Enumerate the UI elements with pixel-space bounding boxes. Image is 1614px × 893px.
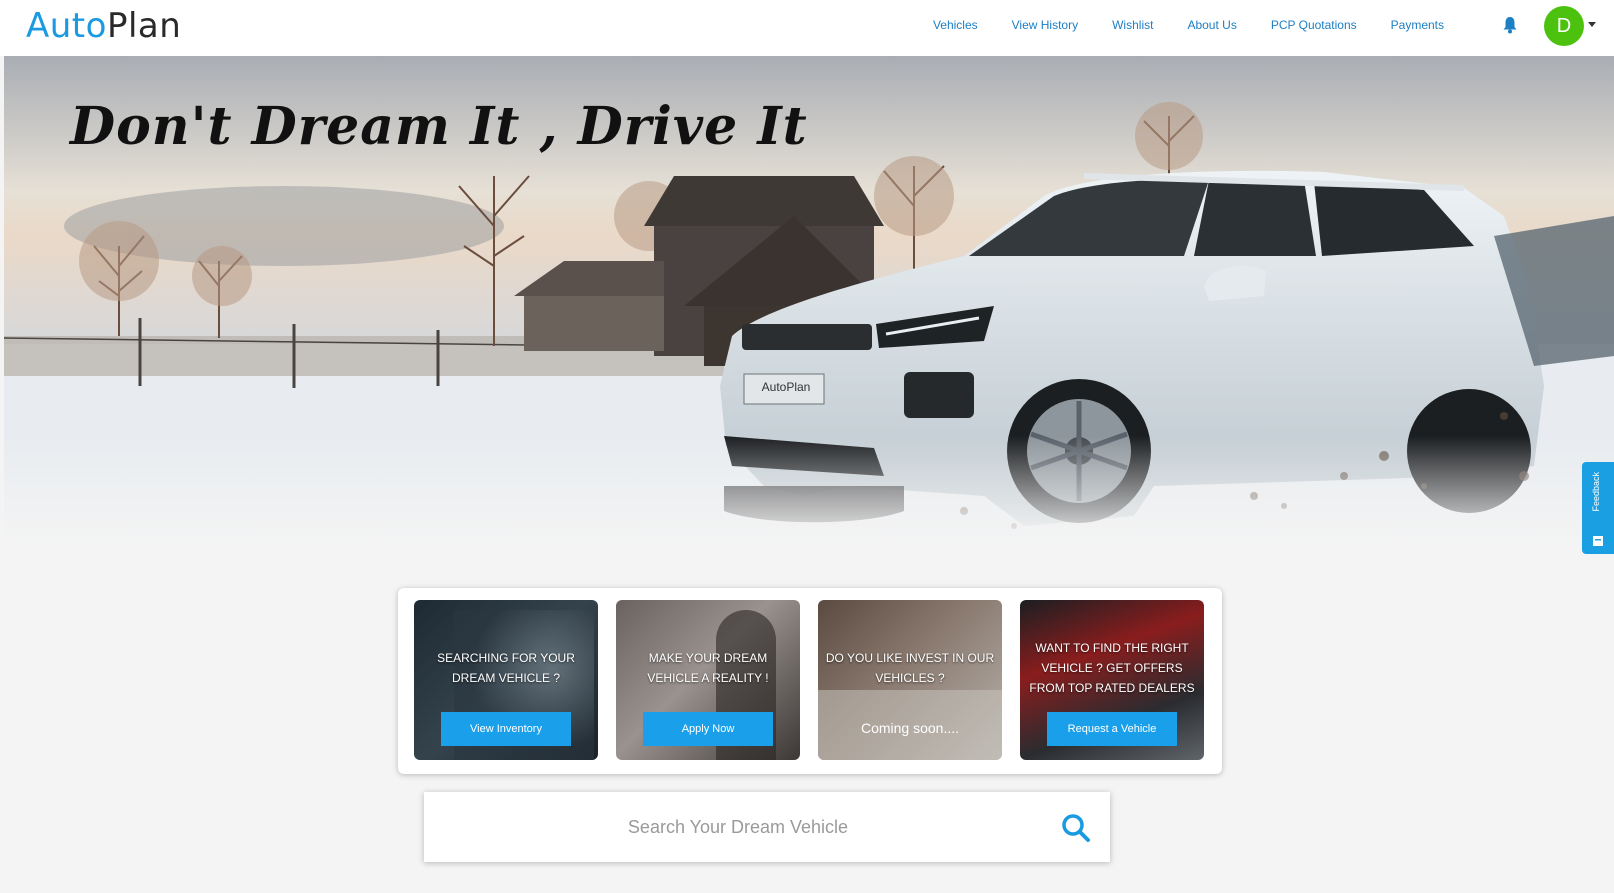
card-request-text: Want to find the right vehicle ? Get off… — [1029, 641, 1195, 695]
feedback-label: Feedback — [1591, 472, 1601, 512]
logo-part-auto: Auto — [26, 6, 107, 46]
card-apply: Make your dream vehicle a reality ! Appl… — [616, 600, 800, 760]
card-invest-text: Do you like invest in our vehicles ? — [825, 651, 995, 685]
user-initial: D — [1556, 14, 1572, 37]
request-vehicle-button[interactable]: Request a Vehicle — [1047, 712, 1177, 746]
vehicle-search-input[interactable] — [438, 802, 1038, 852]
coming-soon-label: Coming soon.... — [860, 720, 960, 736]
feedback-tab[interactable]: Feedback — [1582, 462, 1614, 554]
card-search-vehicle: Searching for your dream vehicle ? View … — [414, 600, 598, 760]
card-apply-text: Make your dream vehicle a reality ! — [647, 651, 769, 685]
view-inventory-button[interactable]: View Inventory — [441, 712, 571, 746]
user-avatar[interactable]: D — [1544, 6, 1584, 46]
card-request-vehicle: Want to find the right vehicle ? Get off… — [1020, 600, 1204, 760]
top-navbar: AutoPlan Vehicles View History Wishlist … — [0, 0, 1614, 56]
nav-link-vehicles[interactable]: Vehicles — [933, 18, 978, 32]
nav-link-wishlist[interactable]: Wishlist — [1112, 18, 1153, 32]
autoplan-logo[interactable]: AutoPlan — [26, 6, 181, 46]
chevron-down-icon[interactable] — [1588, 22, 1596, 27]
card-search-text: Searching for your dream vehicle ? — [437, 651, 575, 685]
nav-links: Vehicles View History Wishlist About Us … — [933, 18, 1444, 32]
hero-slogan: Don't Dream It , Drive It — [70, 96, 808, 157]
apply-now-button[interactable]: Apply Now — [643, 712, 773, 746]
bell-icon[interactable] — [1502, 16, 1518, 34]
nav-link-payments[interactable]: Payments — [1391, 18, 1444, 32]
hero-banner: Don't Dream It , Drive It AutoPlan — [4, 56, 1614, 546]
action-cards-panel: Searching for your dream vehicle ? View … — [398, 588, 1222, 774]
logo-part-plan: Plan — [106, 6, 182, 46]
search-icon[interactable] — [1060, 812, 1092, 844]
license-plate-text: AutoPlan — [761, 380, 811, 394]
nav-link-view-history[interactable]: View History — [1012, 18, 1078, 32]
nav-link-about-us[interactable]: About Us — [1187, 18, 1236, 32]
nav-link-pcp-quotations[interactable]: PCP Quotations — [1271, 18, 1357, 32]
feedback-icon — [1593, 536, 1603, 546]
card-invest: Do you like invest in our vehicles ? Com… — [818, 600, 1002, 760]
vehicle-search-box — [424, 792, 1110, 862]
